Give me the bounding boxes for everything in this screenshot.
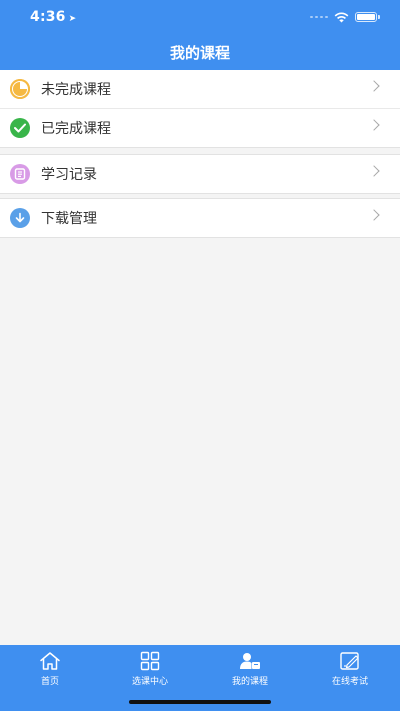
wifi-icon — [334, 12, 349, 22]
signal-icon — [310, 16, 328, 18]
status-time-text: 4:36 — [30, 9, 66, 25]
user-course-icon — [240, 653, 260, 669]
battery-tip — [378, 15, 380, 19]
row-unfinished-courses[interactable]: 未完成课程 — [0, 70, 400, 109]
chevron-right-icon — [368, 165, 380, 177]
exam-edit-icon — [340, 652, 359, 670]
tab-label: 在线考试 — [331, 677, 368, 687]
row-label: 未完成课程 — [41, 82, 111, 98]
row-finished-courses[interactable]: 已完成课程 — [0, 109, 400, 147]
tab-label: 我的课程 — [231, 677, 268, 687]
tab-label: 选课中心 — [131, 677, 168, 687]
row-download-manager[interactable]: 下载管理 — [0, 199, 400, 237]
home-indicator — [129, 700, 271, 704]
status-indicators — [310, 10, 380, 24]
grid-icon — [140, 651, 160, 671]
row-study-records[interactable]: 学习记录 — [0, 155, 400, 193]
pie-chart-icon — [10, 79, 30, 99]
header-bar: 4:36 ➤ 我的课程 — [0, 0, 400, 70]
downloads-group: 下载管理 — [0, 198, 400, 238]
tab-online-exam[interactable]: 在线考试 — [300, 645, 400, 711]
records-group: 学习记录 — [0, 154, 400, 194]
row-label: 下载管理 — [41, 211, 97, 227]
tab-home[interactable]: 首页 — [0, 645, 100, 711]
row-label: 学习记录 — [41, 167, 97, 183]
battery-icon — [355, 12, 377, 22]
chevron-right-icon — [368, 209, 380, 221]
record-book-icon — [10, 164, 30, 184]
tab-label: 首页 — [40, 677, 59, 687]
course-list-group: 未完成课程 已完成课程 — [0, 70, 400, 148]
check-circle-icon — [10, 118, 30, 138]
chevron-right-icon — [368, 80, 380, 92]
download-icon — [10, 208, 30, 228]
chevron-right-icon — [368, 119, 380, 131]
status-time: 4:36 ➤ — [30, 9, 76, 25]
home-icon — [40, 652, 60, 670]
row-label: 已完成课程 — [41, 121, 111, 137]
page-title: 我的课程 — [169, 44, 230, 62]
app-screen: 4:36 ➤ 我的课程 未完成课程 已完成课程 学习记录 下载管理 首页 选课中… — [0, 0, 400, 711]
location-arrow-icon: ➤ — [68, 14, 77, 24]
